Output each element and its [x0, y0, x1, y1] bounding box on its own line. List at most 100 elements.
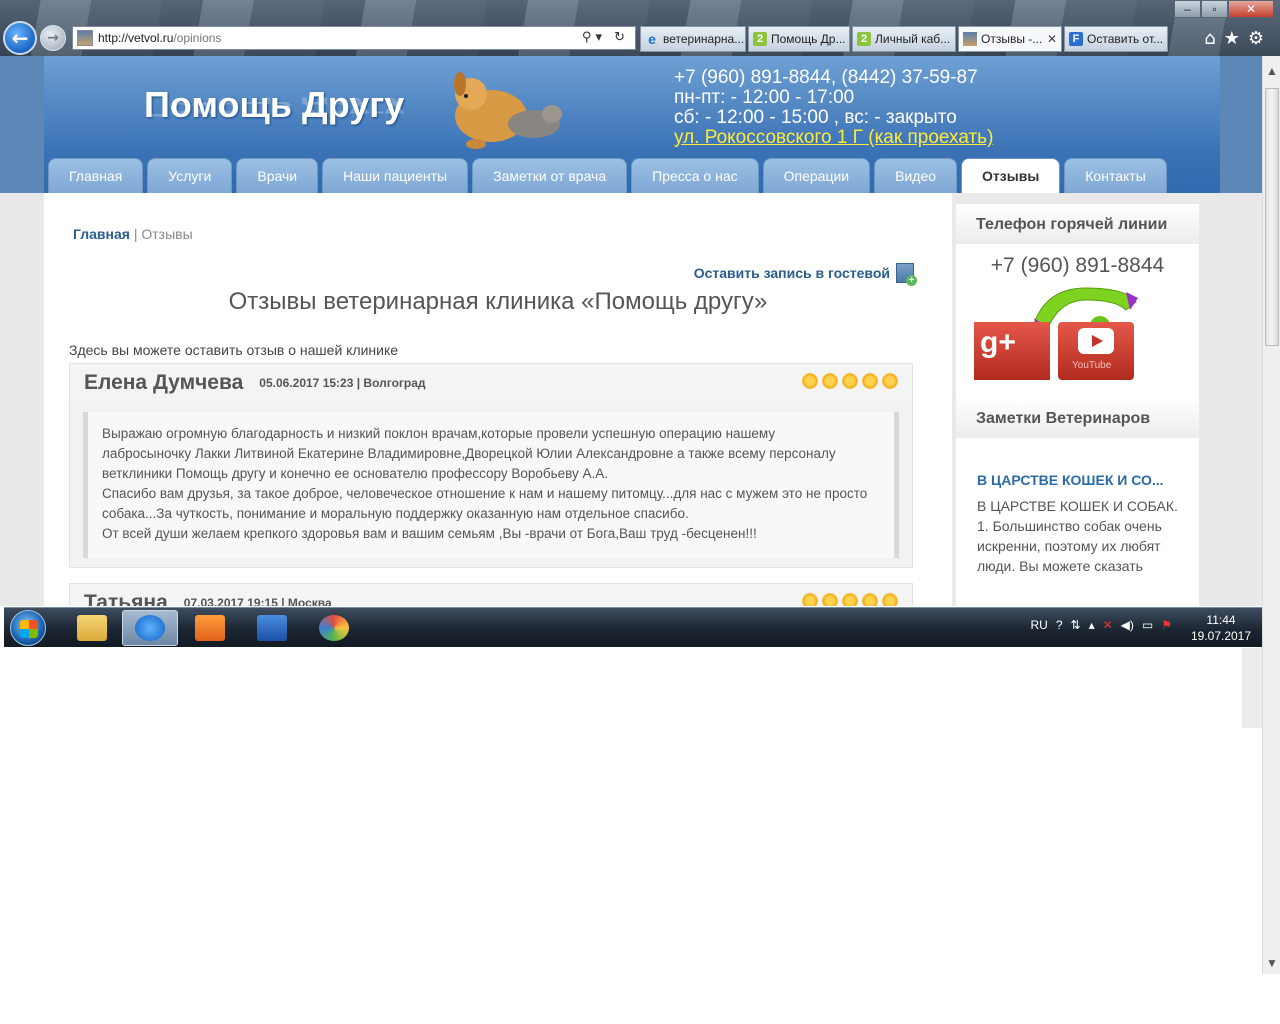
review-header: Елена Думчева 05.06.2017 15:23 | Волгогр…: [70, 364, 912, 402]
minimize-button[interactable]: –: [1174, 0, 1201, 18]
taskbar: RU ? ⇅ ▴ ✕ ◀) ▭ ⚑ 11:44 19.07.2017: [4, 607, 1262, 647]
menu-item-contacts[interactable]: Контакты: [1064, 158, 1167, 193]
site-favicon-icon: [963, 32, 977, 46]
tab-label: Помощь Др...: [771, 32, 846, 46]
system-tray: RU ? ⇅ ▴ ✕ ◀) ▭ ⚑: [1030, 618, 1172, 632]
breadcrumb-home[interactable]: Главная: [73, 226, 130, 242]
youtube-icon[interactable]: YouTube: [1058, 322, 1134, 380]
volume-icon[interactable]: ◀): [1121, 618, 1134, 632]
hours-weekend: сб: - 12:00 - 15:00 , вс: - закрыто: [674, 107, 957, 128]
tab-label: Оставить от...: [1087, 32, 1164, 46]
close-window-button[interactable]: ✕: [1228, 0, 1274, 18]
browser-tab-2[interactable]: 2 Помощь Др...: [748, 26, 850, 52]
taskbar-explorer[interactable]: [64, 610, 120, 646]
scroll-thumb[interactable]: [1265, 88, 1279, 346]
guestbook-link[interactable]: Оставить запись в гостевой: [693, 263, 917, 286]
display-icon[interactable]: ▭: [1142, 618, 1153, 632]
scroll-up-icon[interactable]: ▲: [1266, 64, 1278, 78]
start-button[interactable]: [10, 610, 46, 646]
menu-item-notes[interactable]: Заметки от врача: [472, 158, 628, 193]
taskbar-media-player[interactable]: [182, 610, 238, 646]
rating-stars: [798, 593, 898, 606]
star-icon: [842, 593, 858, 606]
tab-label: ветеринарна...: [663, 32, 745, 46]
menu-item-services[interactable]: Услуги: [147, 158, 233, 193]
menu-item-operations[interactable]: Операции: [762, 158, 871, 193]
rating-stars: [798, 373, 898, 389]
green-2-icon: 2: [753, 32, 767, 46]
blank-area: [0, 648, 1262, 1024]
vertical-scrollbar[interactable]: ▲ ▼: [1262, 56, 1280, 974]
guestbook-add-icon: [896, 263, 917, 286]
arrow-left-icon: ←: [11, 26, 29, 50]
star-icon: [882, 593, 898, 606]
review-header: Татьяна 07.03.2017 19:15 | Москва: [70, 584, 912, 606]
browser-tab-3[interactable]: 2 Личный каб...: [852, 26, 956, 52]
contact-block: +7 (960) 891-8844, (8442) 37-59-87 пн-пт…: [674, 68, 993, 148]
review-card: Татьяна 07.03.2017 19:15 | Москва: [69, 583, 913, 606]
taskbar-word[interactable]: [244, 610, 300, 646]
green-2-icon: 2: [857, 32, 871, 46]
form-icon: F: [1069, 32, 1083, 46]
home-favorites-tools-icons[interactable]: ⌂★⚙: [1204, 28, 1272, 49]
maximize-button[interactable]: ▫: [1201, 0, 1228, 18]
play-icon: [1078, 328, 1114, 354]
close-tab-icon[interactable]: ✕: [1047, 32, 1057, 46]
hours-weekday: пн-пт: - 12:00 - 17:00: [674, 87, 855, 108]
antivirus-icon[interactable]: ✕: [1103, 618, 1113, 632]
review-card: Елена Думчева 05.06.2017 15:23 | Волгогр…: [69, 363, 913, 568]
breadcrumb: Главная | Отзывы: [73, 226, 193, 242]
menu-item-press[interactable]: Пресса о нас: [631, 158, 759, 193]
menu-item-patients[interactable]: Наши пациенты: [322, 158, 469, 193]
page-viewport: Помощь Другу Помощь Другу +7 (960) 891-8…: [0, 56, 1262, 606]
star-icon: [822, 373, 838, 389]
star-icon: [802, 593, 818, 606]
menu-item-video[interactable]: Видео: [874, 158, 958, 193]
breadcrumb-separator: |: [129, 226, 142, 242]
star-icon: [862, 373, 878, 389]
show-hidden-icons[interactable]: ▴: [1089, 618, 1095, 632]
menu-item-home[interactable]: Главная: [48, 158, 144, 193]
back-button[interactable]: ←: [3, 21, 37, 55]
star-icon: [882, 373, 898, 389]
search-refresh-icon[interactable]: ⚲▾ ↻: [582, 30, 629, 45]
dog-cat-logo-icon: [454, 72, 562, 149]
forward-button[interactable]: →: [40, 25, 66, 51]
clock[interactable]: 11:44 19.07.2017: [1188, 612, 1254, 644]
folder-icon: [77, 615, 107, 641]
menu-item-doctors[interactable]: Врачи: [236, 158, 319, 193]
help-icon[interactable]: ?: [1056, 618, 1063, 632]
ie-icon: e: [648, 31, 656, 47]
browser-tab-5[interactable]: F Оставить от...: [1064, 26, 1168, 52]
paint-icon: [319, 615, 349, 641]
browser-chrome: ← → http://vetvol.ru/opinions ⚲▾ ↻ e вет…: [0, 0, 1280, 56]
taskbar-ie[interactable]: [122, 610, 178, 646]
google-plus-icon[interactable]: g+: [974, 322, 1050, 380]
action-center-icon[interactable]: ⚑: [1161, 618, 1172, 632]
review-line: Спасибо вам друзья, за такое доброе, чел…: [102, 486, 868, 501]
address-link[interactable]: ул. Рокоссовского 1 Г (как проехать): [674, 128, 993, 148]
review-line: лабросыночку Лакки Литвиной Екатерине Вл…: [102, 446, 836, 461]
star-icon: [842, 373, 858, 389]
star-icon: [802, 373, 818, 389]
star-icon: [862, 593, 878, 606]
sidebar: Телефон горячей линии +7 (960) 891-8844 …: [956, 204, 1199, 606]
review-meta: 05.06.2017 15:23 | Волгоград: [259, 376, 426, 390]
browser-tab-1[interactable]: e ветеринарна...: [640, 26, 746, 52]
note-excerpt: В ЦАРСТВЕ КОШЕК И СОБАК. 1. Большинство …: [977, 498, 1178, 574]
logo-reflection: Помощь Другу: [144, 97, 405, 122]
review-author: Татьяна: [84, 591, 168, 606]
review-line: Выражаю огромную благодарность и низкий …: [102, 426, 776, 441]
browser-tab-4-active[interactable]: Отзывы -... ✕: [958, 26, 1062, 52]
scroll-down-icon[interactable]: ▼: [1266, 956, 1278, 970]
guestbook-link-label: Оставить запись в гостевой: [693, 265, 890, 281]
media-player-icon: [195, 615, 225, 641]
menu-item-reviews[interactable]: Отзывы: [961, 158, 1061, 193]
address-bar[interactable]: http://vetvol.ru/opinions ⚲▾ ↻: [72, 26, 636, 50]
network-icon[interactable]: ⇅: [1071, 618, 1081, 632]
note-link[interactable]: В ЦАРСТВЕ КОШЕК И СО...: [977, 472, 1199, 488]
breadcrumb-current: Отзывы: [141, 226, 193, 242]
language-indicator[interactable]: RU: [1030, 618, 1047, 632]
review-line: От всей души желаем крепкого здоровья ва…: [102, 526, 757, 541]
taskbar-paint[interactable]: [306, 610, 362, 646]
